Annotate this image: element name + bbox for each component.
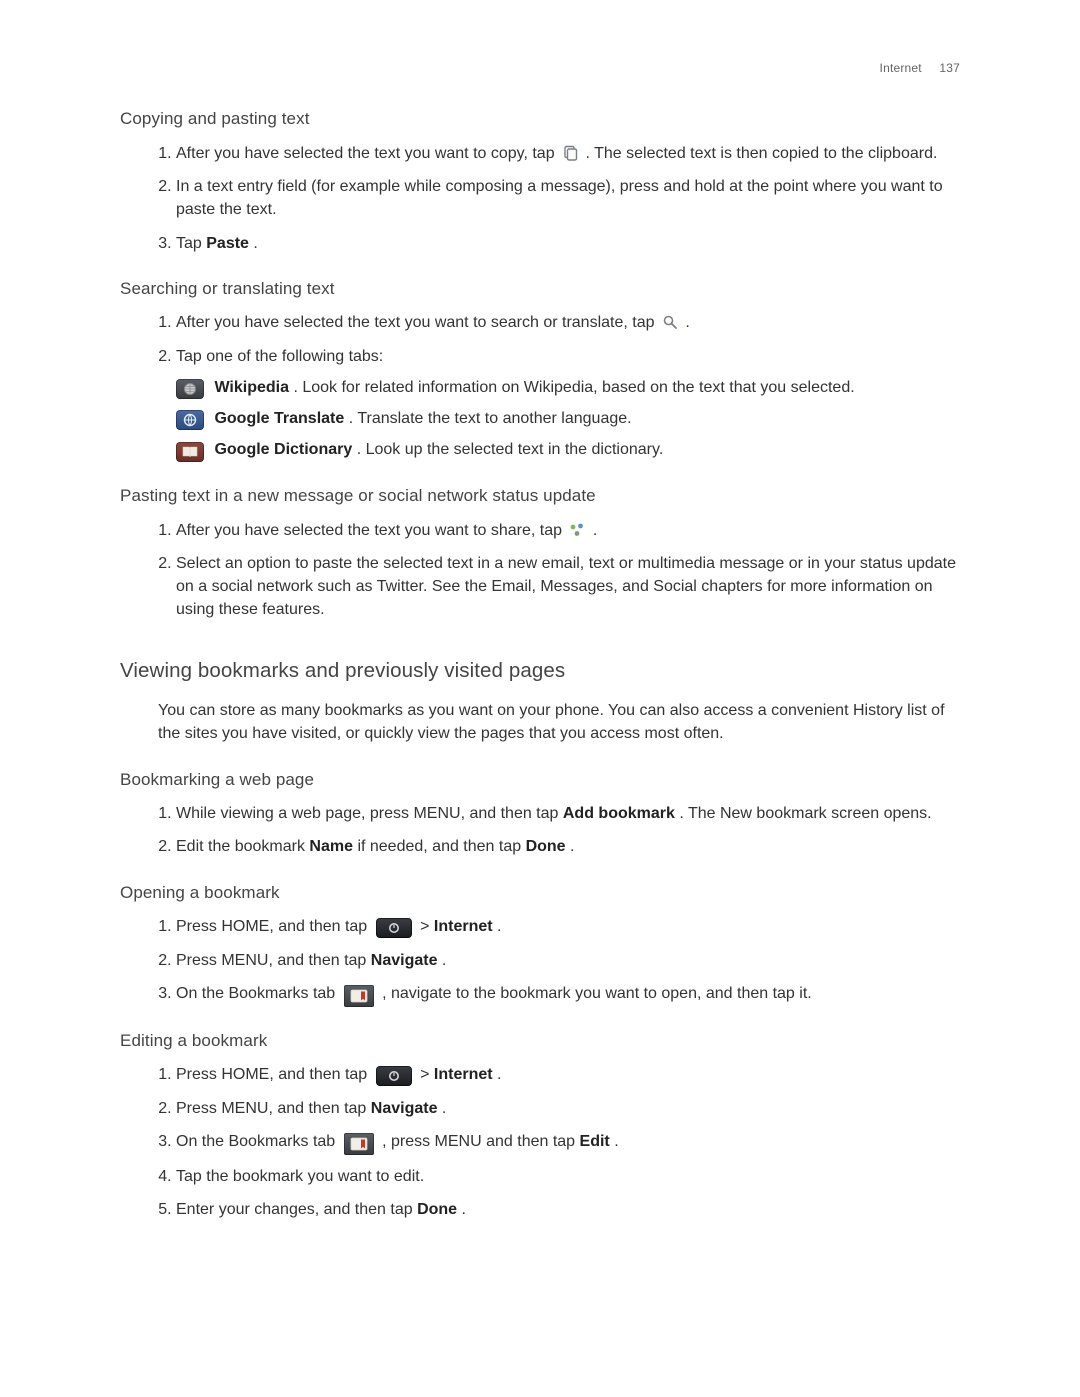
label-add-bookmark: Add bookmark [563,805,675,822]
translate-icon [176,410,204,430]
label-edit: Edit [580,1133,610,1150]
open-steps: Press HOME, and then tap > Internet . Pr… [158,915,960,1006]
list-item: After you have selected the text you wan… [176,311,960,334]
text: Tap [176,235,206,252]
share-icon [568,521,586,539]
text: . [497,918,501,935]
text: . [462,1201,466,1218]
apps-launcher-icon [376,1066,412,1086]
heading-opening-bookmark: Opening a bookmark [120,881,960,906]
label-google-translate: Google Translate [214,410,344,427]
list-item: Enter your changes, and then tap Done . [176,1198,960,1221]
text: Edit the bookmark [176,838,309,855]
text: On the Bookmarks tab [176,1133,340,1150]
text: Press HOME, and then tap [176,918,372,935]
option-wikipedia: Wikipedia . Look for related information… [176,376,960,399]
list-item: After you have selected the text you wan… [176,142,960,165]
list-item: Press MENU, and then tap Navigate . [176,1097,960,1120]
list-item: Tap the bookmark you want to edit. [176,1165,960,1188]
text: if needed, and then tap [357,838,525,855]
text: Press MENU, and then tap [176,1100,371,1117]
label-navigate: Navigate [371,1100,438,1117]
text: . Look up the selected text in the dicti… [357,441,664,458]
text: After you have selected the text you wan… [176,314,659,331]
text: . Look for related information on Wikipe… [293,379,854,396]
heading-copying-pasting: Copying and pasting text [120,107,960,132]
bookmarks-tab-icon [344,1133,374,1155]
text: , navigate to the bookmark you want to o… [382,985,812,1002]
list-item: In a text entry field (for example while… [176,175,960,221]
heading-pasting-social: Pasting text in a new message or social … [120,484,960,509]
text: , press MENU and then tap [382,1133,579,1150]
list-item: Edit the bookmark Name if needed, and th… [176,835,960,858]
label-google-dictionary: Google Dictionary [214,441,352,458]
text: > [420,918,434,935]
text: . [253,235,257,252]
text: . [570,838,574,855]
header-section: Internet [880,61,922,75]
page: Internet 137 Copying and pasting text Af… [0,0,1080,1397]
list-item: After you have selected the text you wan… [176,519,960,542]
text: . Translate the text to another language… [349,410,632,427]
label-done: Done [417,1201,457,1218]
edit-steps: Press HOME, and then tap > Internet . Pr… [158,1063,960,1221]
heading-editing-bookmark: Editing a bookmark [120,1029,960,1054]
text: Enter your changes, and then tap [176,1201,417,1218]
search-icon [661,313,679,331]
text: . The New bookmark screen opens. [679,805,931,822]
page-header: Internet 137 [120,60,960,77]
list-item: On the Bookmarks tab , press MENU and th… [176,1130,960,1155]
text: After you have selected the text you wan… [176,145,559,162]
search-steps: After you have selected the text you wan… [158,311,960,462]
bookmark-steps: While viewing a web page, press MENU, an… [158,802,960,858]
text: On the Bookmarks tab [176,985,340,1002]
label-name: Name [309,838,353,855]
label-internet: Internet [434,1066,493,1083]
text: . [497,1066,501,1083]
text: Press MENU, and then tap [176,952,371,969]
header-page-number: 137 [939,61,960,75]
search-options: Wikipedia . Look for related information… [176,376,960,462]
list-item: Press HOME, and then tap > Internet . [176,915,960,938]
text: . [442,952,446,969]
label-internet: Internet [434,918,493,935]
text: . The selected text is then copied to th… [586,145,938,162]
list-item: Tap Paste . [176,232,960,255]
list-item: While viewing a web page, press MENU, an… [176,802,960,825]
list-item: Press HOME, and then tap > Internet . [176,1063,960,1086]
label-done: Done [526,838,566,855]
text: While viewing a web page, press MENU, an… [176,805,563,822]
heading-viewing-bookmarks: Viewing bookmarks and previously visited… [120,656,960,686]
viewing-bookmarks-intro: You can store as many bookmarks as you w… [158,699,960,745]
text: Press HOME, and then tap [176,1066,372,1083]
label-paste: Paste [206,235,249,252]
text: Tap one of the following tabs: [176,348,383,365]
option-google-dictionary: Google Dictionary . Look up the selected… [176,438,960,462]
wikipedia-icon [176,379,204,399]
text: . [614,1133,618,1150]
label-wikipedia: Wikipedia [214,379,289,396]
heading-searching-translating: Searching or translating text [120,277,960,302]
text: > [420,1066,434,1083]
text: . [442,1100,446,1117]
copy-icon [561,144,579,162]
heading-bookmarking: Bookmarking a web page [120,768,960,793]
option-google-translate: Google Translate . Translate the text to… [176,407,960,430]
list-item: Select an option to paste the selected t… [176,552,960,622]
list-item: On the Bookmarks tab , navigate to the b… [176,982,960,1007]
copy-steps: After you have selected the text you wan… [158,142,960,255]
apps-launcher-icon [376,918,412,938]
dictionary-icon [176,442,204,462]
bookmarks-tab-icon [344,985,374,1007]
list-item: Press MENU, and then tap Navigate . [176,949,960,972]
list-item: Tap one of the following tabs: Wikipedia… [176,345,960,463]
label-navigate: Navigate [371,952,438,969]
text: After you have selected the text you wan… [176,522,566,539]
paste-steps: After you have selected the text you wan… [158,519,960,622]
text: . [593,522,597,539]
text: . [685,314,689,331]
